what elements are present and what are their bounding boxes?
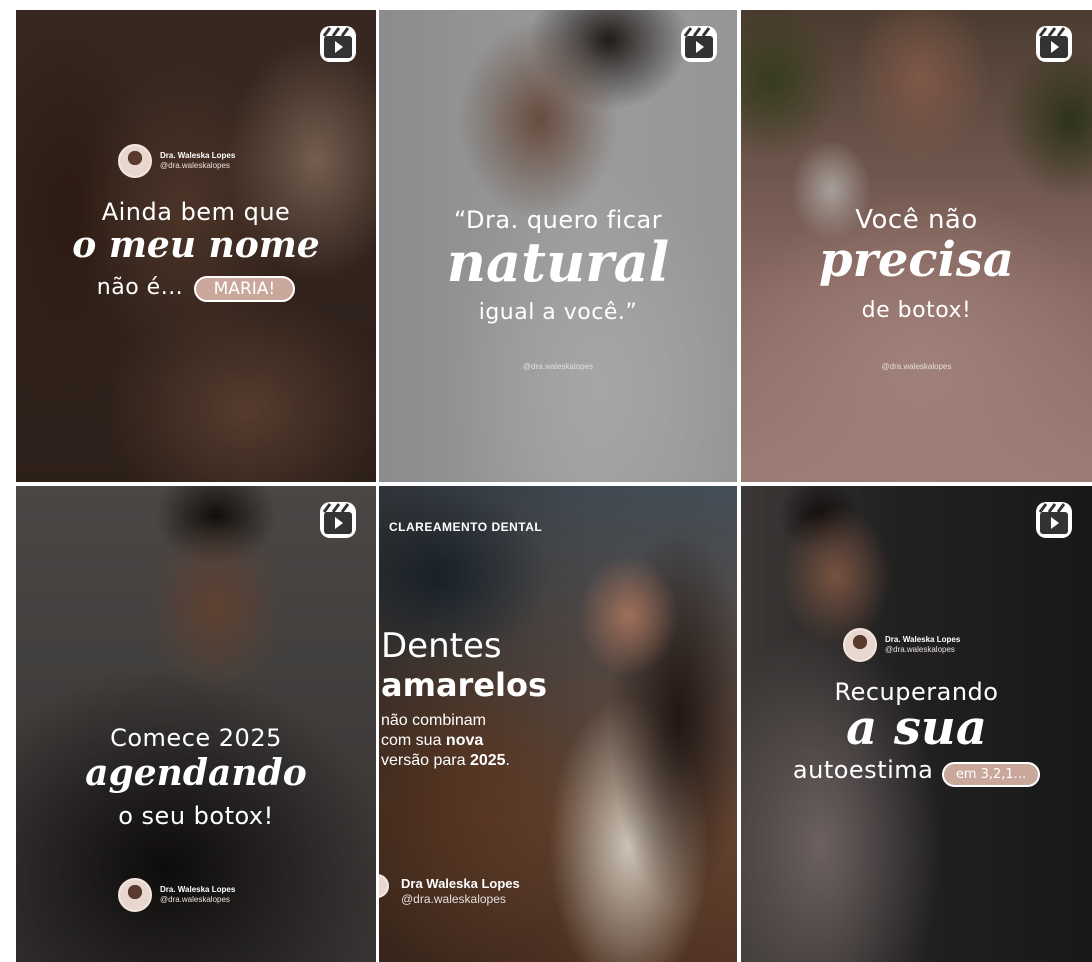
caption-line-2: precisa xyxy=(819,232,1014,288)
reels-icon xyxy=(679,24,719,64)
avatar xyxy=(118,144,152,178)
reels-grid: Dra. Waleska Lopes @dra.waleskalopes Ain… xyxy=(0,0,1092,962)
reel-tile-2[interactable]: “Dra. quero ficar natural igual a você.”… xyxy=(379,10,737,482)
caption-line-3: autoestima xyxy=(792,756,934,784)
avatar xyxy=(118,878,152,912)
highlight-pill: em 3,2,1... xyxy=(941,762,1041,787)
headline-line-1: Dentes xyxy=(381,626,502,666)
reel-tile-6[interactable]: Dra. Waleska Lopes @dra.waleskalopes Rec… xyxy=(741,486,1092,962)
caption-line-1: Você não xyxy=(855,205,978,235)
body-line-2: com sua nova xyxy=(381,732,484,749)
reel-tile-4[interactable]: Comece 2025 agendando o seu botox! Dra. … xyxy=(16,486,376,962)
caption-line-2: o meu nome xyxy=(72,224,320,266)
caption-line-3: não é... xyxy=(96,275,184,300)
reels-icon xyxy=(318,500,358,540)
reel-tile-3[interactable]: Você não precisa de botox! @dra.waleskal… xyxy=(741,10,1092,482)
profile-badge: Dra. Waleska Lopes @dra.waleskalopes xyxy=(118,878,235,912)
profile-handle: @dra.waleskalopes xyxy=(160,895,230,904)
profile-name: Dra. Waleska Lopes xyxy=(160,151,236,160)
profile-badge: Dra. Waleska Lopes @dra.waleskalopes xyxy=(118,144,235,178)
caption-line-2: natural xyxy=(446,230,670,294)
profile-handle: @dra.waleskalopes xyxy=(160,161,230,170)
profile-name: Dra. Waleska Lopes xyxy=(160,885,236,894)
author-handle: @dra.waleskalopes xyxy=(401,892,506,906)
profile-handle: @dra.waleskalopes xyxy=(885,645,955,654)
avatar xyxy=(843,628,877,662)
body-line-3: versão para 2025. xyxy=(381,752,510,769)
body-line-1: não combinam xyxy=(381,712,486,729)
category-tag: CLAREAMENTO DENTAL xyxy=(389,520,543,534)
caption-line-3: o seu botox! xyxy=(118,802,274,830)
reel-tile-1[interactable]: Dra. Waleska Lopes @dra.waleskalopes Ain… xyxy=(16,10,376,482)
headline-line-2: amarelos xyxy=(381,666,548,704)
caption-line-2: a sua xyxy=(846,700,987,756)
profile-name: Dra. Waleska Lopes xyxy=(885,635,961,644)
profile-badge: Dra. Waleska Lopes @dra.waleskalopes xyxy=(843,628,960,662)
reels-icon xyxy=(1034,500,1074,540)
highlight-pill: MARIA! xyxy=(193,276,296,302)
caption-line-1: Ainda bem que xyxy=(101,198,291,226)
caption-line-1: Comece 2025 xyxy=(110,724,282,752)
caption-line-2: agendando xyxy=(85,752,307,794)
author-name: Dra Waleska Lopes xyxy=(401,876,520,891)
caption-line-3: de botox! xyxy=(861,298,972,323)
handle-text: @dra.waleskalopes xyxy=(523,362,593,371)
handle-text: @dra.waleskalopes xyxy=(881,362,952,371)
caption-line-3: igual a você.” xyxy=(478,300,638,325)
reel-tile-5[interactable]: CLAREAMENTO DENTAL Dentes amarelos não c… xyxy=(379,486,737,962)
reels-icon xyxy=(1034,24,1074,64)
reels-icon xyxy=(318,24,358,64)
